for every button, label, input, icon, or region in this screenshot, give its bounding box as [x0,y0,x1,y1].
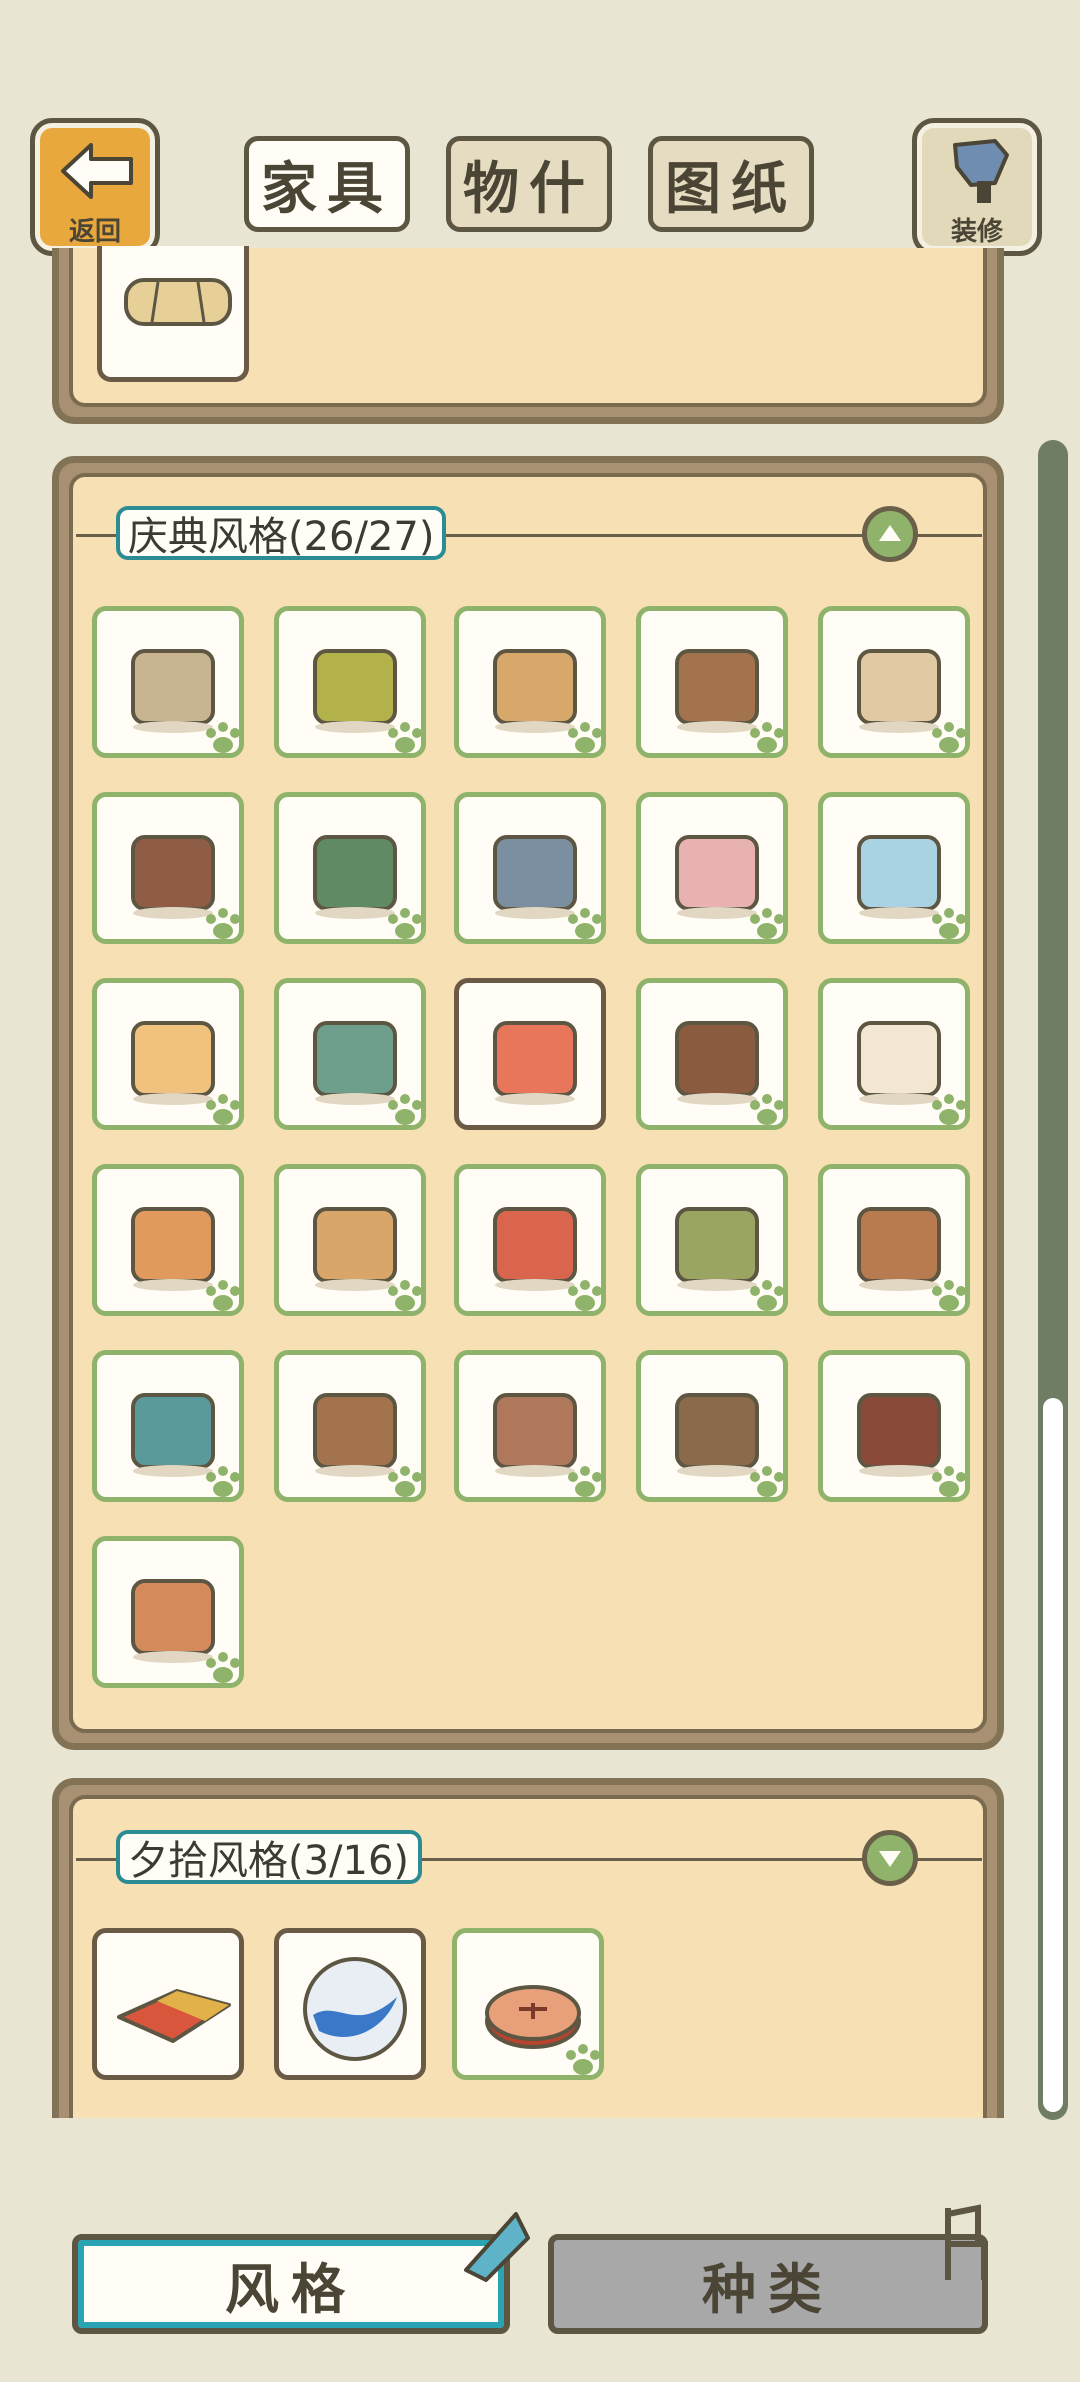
rolled-mats-item[interactable] [636,1164,788,1316]
chevron-up-icon [879,525,901,541]
seashell-icon [464,2212,530,2282]
rug-item[interactable] [92,1928,244,2080]
round-stool-item[interactable] [274,1164,426,1316]
wooden-wall-wallpaper-item[interactable] [92,606,244,758]
sack-bags-item[interactable] [92,1536,244,1688]
paw-print-icon [206,1652,240,1683]
paw-print-icon [206,908,240,939]
mirror-tray-item[interactable] [454,792,606,944]
green-sleeping-bag-item[interactable] [274,792,426,944]
candy-icon [493,1021,577,1105]
tab-blueprints[interactable]: 图纸 [648,136,814,232]
scrollbar-thumb[interactable] [1043,1398,1063,2112]
round-badge-item[interactable] [452,1928,604,2080]
paw-print-icon [932,908,966,939]
paw-print-icon [750,722,784,753]
tab-furniture[interactable]: 家具 [244,136,410,232]
paw-print-icon [750,1094,784,1125]
green-suitcase-item[interactable] [274,978,426,1130]
paw-print-icon [388,1466,422,1497]
easel-mirror-item[interactable] [274,1350,426,1502]
back-arrow-icon [61,143,133,199]
paw-print-icon [750,1280,784,1311]
decorate-button[interactable]: 装修 [912,118,1042,256]
glass-vase-item[interactable] [818,792,970,944]
section-title-celebration: 庆典风格(26/27) [116,506,446,560]
paw-print-icon [750,1466,784,1497]
bedroll-item[interactable] [97,246,249,382]
paw-print-icon [568,908,602,939]
tab-items[interactable]: 物什 [446,136,612,232]
candy-item[interactable] [454,978,606,1130]
wooden-cabinet-item[interactable] [818,1350,970,1502]
paw-print-icon [206,1094,240,1125]
paw-print-icon [206,1466,240,1497]
collapse-toggle-button[interactable] [862,506,918,562]
bed-item[interactable] [636,792,788,944]
chair-icon [945,2204,988,2280]
paw-print-icon [206,722,240,753]
back-label: 返回 [68,217,121,247]
photo-wall-item[interactable] [92,978,244,1130]
section-title-memory: 夕拾风格(3/16) [116,1830,422,1884]
wooden-door-item[interactable] [92,792,244,944]
paw-print-icon [388,722,422,753]
paw-print-icon [932,1466,966,1497]
gift-box-item[interactable] [92,1164,244,1316]
paw-print-icon [932,1094,966,1125]
hourglass-item[interactable] [818,978,970,1130]
paw-print-icon [568,722,602,753]
coat-rack-item[interactable] [454,1350,606,1502]
tab-category[interactable]: 种类 [548,2234,988,2334]
watering-can-item[interactable] [92,1350,244,1502]
kitchen-stove-item[interactable] [818,1164,970,1316]
tab-style[interactable]: 风格 [72,2234,510,2334]
paw-print-icon [568,1466,602,1497]
paw-print-icon [566,2044,600,2075]
previous-section-panel [52,246,1004,424]
wooden-barrels-item[interactable] [636,606,788,758]
marble-item[interactable] [274,1928,426,2080]
paw-print-icon [388,1094,422,1125]
fireplace-cabinet-item[interactable] [636,978,788,1130]
arched-window-item[interactable] [818,606,970,758]
paw-print-icon [206,1280,240,1311]
paw-print-icon [568,1280,602,1311]
expand-toggle-button[interactable] [862,1830,918,1886]
grass-floor-item[interactable] [274,606,426,758]
back-button[interactable]: 返回 [30,118,160,256]
paw-print-icon [750,908,784,939]
ladder-item[interactable] [454,606,606,758]
decorate-label: 装修 [950,217,1003,247]
paw-print-icon [388,908,422,939]
red-mushroom-stool-item[interactable] [454,1164,606,1316]
paint-brush-icon [953,139,1009,203]
paw-print-icon [388,1280,422,1311]
paw-print-icon [932,722,966,753]
wooden-fence-item[interactable] [636,1350,788,1502]
chevron-down-icon [879,1851,901,1867]
paw-print-icon [932,1280,966,1311]
